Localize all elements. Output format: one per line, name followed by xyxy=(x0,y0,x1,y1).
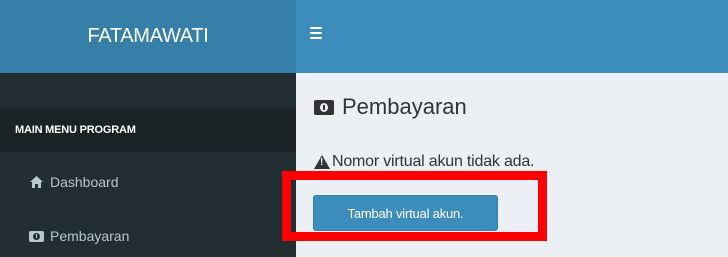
brand-logo[interactable]: FATAMAWATI xyxy=(0,0,296,73)
money-icon xyxy=(28,230,44,242)
main-content: Pembayaran Nomor virtual akun tidak ada.… xyxy=(296,73,728,257)
page-title-text: Pembayaran xyxy=(342,94,467,119)
hamburger-icon[interactable] xyxy=(310,26,324,40)
warning-icon xyxy=(314,155,330,169)
brand-title: FATAMAWATI xyxy=(87,25,209,47)
sidebar-menu-header-label: MAIN MENU PROGRAM xyxy=(15,124,136,136)
page-title: Pembayaran xyxy=(314,94,467,120)
alert-message: Nomor virtual akun tidak ada. xyxy=(314,153,535,171)
sidebar-item-label: Dashboard xyxy=(50,174,119,190)
top-navbar xyxy=(296,0,728,73)
sidebar-menu-header: MAIN MENU PROGRAM xyxy=(0,108,296,152)
home-icon xyxy=(28,176,44,188)
money-icon xyxy=(314,99,334,115)
sidebar-item-label: Pembayaran xyxy=(50,228,130,244)
sidebar-item-pembayaran[interactable]: Pembayaran xyxy=(0,210,296,257)
sidebar: FATAMAWATI MAIN MENU PROGRAM Dashboard P… xyxy=(0,0,296,257)
alert-message-text: Nomor virtual akun tidak ada. xyxy=(332,153,535,170)
add-virtual-account-button[interactable]: Tambah virtual akun. xyxy=(313,195,498,231)
sidebar-user-panel xyxy=(0,73,296,108)
sidebar-item-dashboard[interactable]: Dashboard xyxy=(0,156,296,208)
